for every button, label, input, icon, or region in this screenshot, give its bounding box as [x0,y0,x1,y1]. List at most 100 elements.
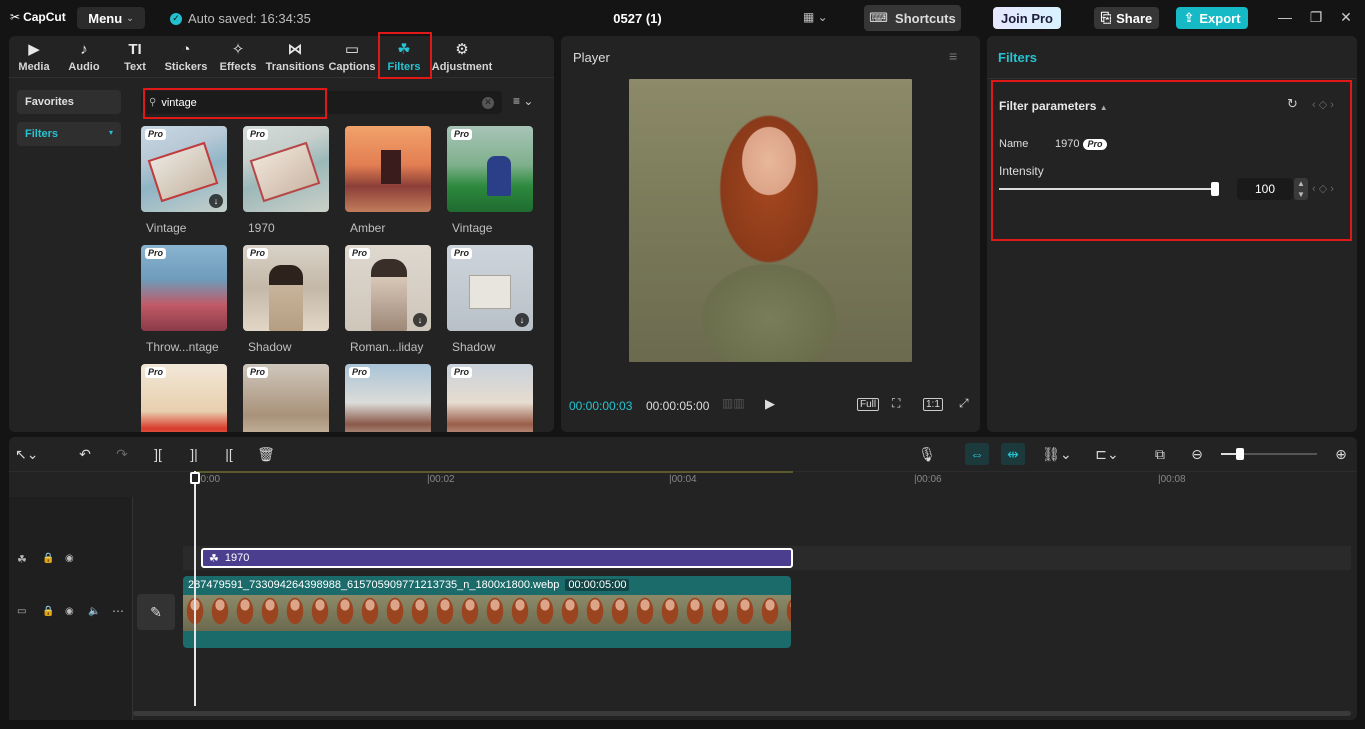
filter-parameters-header[interactable]: Filter parameters ▲ [999,99,1108,113]
project-title[interactable]: 0527 (1) [600,11,675,26]
playhead-handle[interactable] [190,472,200,484]
intensity-stepper[interactable]: ▲ ▼ [1294,178,1308,200]
microphone-icon[interactable]: 🎙 [917,446,937,463]
edit-cover-button[interactable]: ✎ [137,594,175,630]
lock-icon[interactable]: 🔒 [42,553,54,564]
filter-card[interactable]: Pro [243,364,329,432]
pro-badge: Pro [247,367,269,378]
screenshot-icon[interactable]: ⛶ [892,396,900,411]
more-icon[interactable]: ⋯ [112,604,124,618]
filter-card[interactable]: Pro [141,364,227,432]
sidebar-item-favorites[interactable]: Favorites [17,90,121,114]
filter-label: Throw...ntage [146,340,219,354]
maximize-icon[interactable]: ❐ [1306,9,1326,27]
video-clip[interactable]: 287479591_733094264398988_61570590977121… [183,576,791,648]
playhead[interactable] [194,471,196,706]
tab-stickers[interactable]: ◔ Stickers [161,36,211,78]
reset-icon[interactable]: ↻ [1287,96,1298,112]
minimize-icon[interactable]: — [1275,9,1295,27]
filter-clip[interactable]: ☘ 1970 [201,548,793,568]
export-button[interactable]: ⇪ Export [1176,7,1248,29]
eye-icon[interactable]: ◉ [65,553,74,564]
pro-badge: Pro [247,248,269,259]
filter-card-roman-holiday[interactable]: Pro ↓ [345,245,431,331]
sign-image [249,141,321,203]
zoom-in-icon[interactable]: ⊕ [1331,446,1351,463]
clear-search-icon[interactable]: ✕ [482,96,494,109]
tab-label: Stickers [164,60,208,73]
tab-effects[interactable]: ✧ Effects [211,36,265,78]
waveform-icon: ▥▥ [722,396,745,410]
sidebar-item-filters[interactable]: Filters ▾ [17,122,121,146]
total-timecode: 00:00:05:00 [646,399,710,413]
filter-card-1970[interactable]: Pro [243,126,329,212]
intensity-input[interactable]: 100 [1237,178,1293,200]
keyframe-nav-icon[interactable]: ‹ ◇ › [1312,98,1334,111]
audio-mute-icon[interactable]: 🔈 [88,606,100,617]
share-button[interactable]: ⎘ Share [1094,7,1159,29]
tab-audio[interactable]: ♪ Audio [59,36,109,78]
video-thumbnail-strip [183,595,791,631]
filter-thumbnail [345,126,431,212]
link-icon[interactable]: ⛓⌄ [1039,446,1075,463]
select-tool-icon[interactable]: ↖⌄ [15,446,38,463]
download-icon[interactable]: ↓ [515,313,529,327]
fullscreen-icon[interactable]: ⤢ [959,396,969,411]
snap-icon[interactable]: ⇹ [1001,443,1025,465]
filter-card-throwback-vintage[interactable]: Pro [141,245,227,331]
split-right-icon[interactable]: |[ [219,446,239,462]
split-icon[interactable]: ][ [148,446,168,462]
play-icon[interactable]: ▶ [765,396,775,412]
keyframe-nav-icon[interactable]: ‹ ◇ › [1312,182,1334,195]
close-icon[interactable]: ✕ [1336,9,1356,27]
filter-card-vintage-2[interactable]: Pro [447,126,533,212]
filter-card-amber[interactable] [345,126,431,212]
filters-properties-panel: Filters Filter parameters ▲ ↻ ‹ ◇ › Name… [987,36,1357,432]
person-image [371,259,407,331]
video-preview[interactable] [629,79,912,362]
filter-thumbnail: Pro ↓ [345,245,431,331]
zoom-out-icon[interactable]: ⊖ [1187,446,1207,463]
tab-label: Captions [328,60,376,73]
tab-media[interactable]: ▶ Media [9,36,59,78]
tab-captions[interactable]: ▭ Captions [325,36,379,78]
timeline-panel: ↖⌄ ↶ ↷ ][ ]| |[ 🗑 🎙 ⇔ ⇹ ⛓⌄ ⊏⌄ ⧉ ⊖ ⊕ 00:0… [9,437,1357,720]
delete-icon[interactable]: 🗑 [256,446,276,463]
layout-icon[interactable]: ▦ ⌄ [803,10,835,26]
menu-button[interactable]: Menu ⌄ [77,7,145,29]
zoom-fit-icon[interactable]: ⧉ [1150,446,1170,463]
zoom-slider-handle[interactable] [1236,448,1244,460]
divider [132,497,133,720]
lock-icon[interactable]: 🔒 [42,606,54,617]
download-icon[interactable]: ↓ [209,194,223,208]
preview-axis-icon[interactable]: ⊏⌄ [1089,446,1125,463]
tab-transitions[interactable]: ⋈ Transitions [265,36,325,78]
eye-icon[interactable]: ◉ [65,606,74,617]
filter-card-shadow[interactable]: Pro [243,245,329,331]
current-timecode: 00:00:00:03 [569,399,633,413]
magnet-link-icon[interactable]: ⇔ [965,443,989,465]
ratio-button[interactable]: 1:1 [923,398,943,411]
filters-tab-highlight [378,32,432,79]
filter-sort-icon[interactable]: ≡ ⌄ [513,94,533,108]
tab-adjustment[interactable]: ⚙ Adjustment [429,36,495,78]
download-icon[interactable]: ↓ [413,313,427,327]
intensity-slider-handle[interactable] [1211,182,1219,196]
split-left-icon[interactable]: ]| [184,446,204,462]
filter-card-shadow-2[interactable]: Pro ↓ [447,245,533,331]
undo-icon[interactable]: ↶ [75,446,95,463]
filter-card[interactable]: Pro [345,364,431,432]
filter-card[interactable]: Pro [447,364,533,432]
pro-badge: Pro [451,248,473,259]
filter-card-vintage[interactable]: Pro ↓ [141,126,227,212]
tab-text[interactable]: TI Text [109,36,161,78]
intensity-slider[interactable] [999,188,1215,190]
search-highlight [143,88,327,119]
timeline-scrollbar[interactable] [133,711,1351,716]
name-value: 1970 Pro [1055,138,1107,150]
hamburger-menu-icon[interactable]: ≡ [949,48,957,64]
divider [987,78,1357,79]
join-pro-button[interactable]: Join Pro [993,7,1061,29]
full-button[interactable]: Full [857,398,880,411]
shortcuts-button[interactable]: ⌨ Shortcuts [864,5,961,31]
